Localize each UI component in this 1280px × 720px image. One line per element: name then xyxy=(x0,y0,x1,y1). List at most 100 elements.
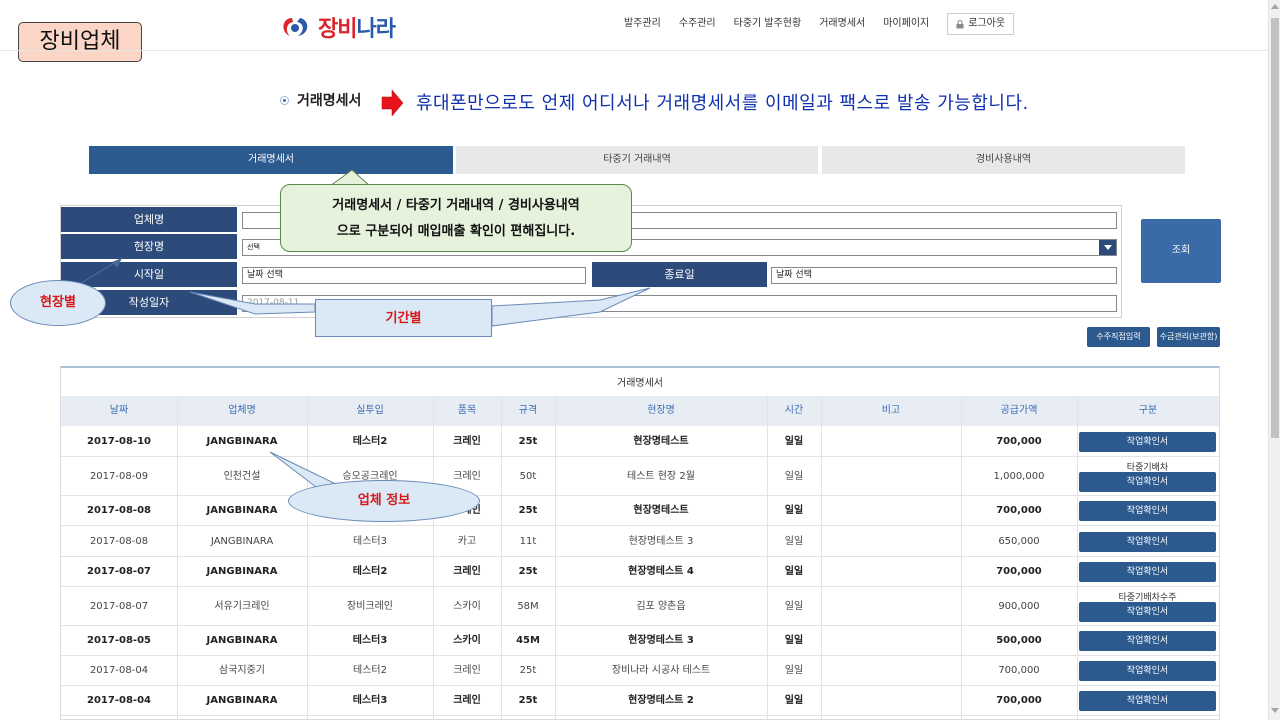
payment-management-button[interactable]: 수금관리(보관함) xyxy=(1157,327,1220,347)
logo[interactable]: 장비나라 xyxy=(278,12,396,42)
tab-statement[interactable]: 거래명세서 xyxy=(89,146,453,174)
work-confirmation-button[interactable]: 작업확인서 xyxy=(1079,691,1216,711)
nav-mypage[interactable]: 마이페이지 xyxy=(883,13,929,35)
header-company: 업체명 xyxy=(228,405,256,416)
header-date: 날짜 xyxy=(109,405,129,416)
scroll-thumb[interactable] xyxy=(1271,18,1279,438)
cell-actual: 테스터3 xyxy=(353,536,387,547)
cell-date: 2017-08-08 xyxy=(89,536,149,547)
page-title-text: 거래명세서 xyxy=(297,93,362,109)
cell-note xyxy=(821,496,961,526)
nav-other-equipment-orders[interactable]: 타중기 발주현황 xyxy=(734,13,802,35)
work-confirmation-button[interactable]: 작업확인서 xyxy=(1079,602,1216,622)
table-row[interactable]: 2017-08-10 JANGBINARA 테스터2 크레인 25t 현장명테스트 일일 70… xyxy=(61,426,1219,457)
cell-time: 일일 xyxy=(784,505,804,516)
cell-site: 장비나라 시공사 테스트 xyxy=(611,665,711,676)
work-confirmation-button[interactable]: 작업확인서 xyxy=(1079,532,1216,552)
work-confirmation-button[interactable]: 작업확인서 xyxy=(1079,432,1216,452)
start-date-input[interactable]: 날짜 선택 xyxy=(242,267,586,284)
cell-time: 일일 xyxy=(784,695,804,706)
cell-item: 스카이 xyxy=(453,601,481,612)
cell-spec: 58M xyxy=(517,601,539,612)
cell-note xyxy=(821,557,961,587)
tab-other-equipment-history[interactable]: 타중기 거래내역 xyxy=(456,146,818,174)
scroll-down-icon[interactable] xyxy=(1271,708,1279,713)
table-row[interactable]: 2017-08-08 JANGBINARA 테스터3 카고 11t 현장명테스트 3 일일 6… xyxy=(61,526,1219,557)
search-button[interactable]: 조회 xyxy=(1141,219,1221,283)
slide-label: 장비업체 xyxy=(18,22,142,62)
nav-received-orders[interactable]: 수주관리 xyxy=(679,13,716,35)
cell-note xyxy=(821,526,961,557)
cell-actual: 테스터3 xyxy=(352,635,388,646)
work-confirmation-button[interactable]: 작업확인서 xyxy=(1079,562,1216,582)
cell-site: 현장명테스트 2 xyxy=(628,695,694,706)
site-annotation: 현장별 xyxy=(10,280,106,326)
cell-spec: 25t xyxy=(518,505,538,516)
header-actual: 실투입 xyxy=(356,405,384,416)
tab-expense-history[interactable]: 경비사용내역 xyxy=(822,146,1185,174)
company-label: 업체명 xyxy=(61,207,237,233)
cell-actual: 장비크레인 xyxy=(347,601,393,612)
cell-item: 크레인 xyxy=(453,566,481,577)
cell-date: 2017-08-04 xyxy=(87,695,151,706)
end-date-input[interactable]: 날짜 선택 xyxy=(771,267,1117,284)
cell-item: 크레인 xyxy=(453,695,481,706)
top-nav: 발주관리 수주관리 타중기 발주현황 거래명세서 마이페이지 로그아웃 xyxy=(624,13,1015,35)
cell-site: 테스트 현장 2월 xyxy=(627,471,695,482)
cell-company: 서유기크레인 xyxy=(214,601,270,612)
order-direct-input-button[interactable]: 수주직접입력 xyxy=(1087,327,1150,347)
cell-item: 스카이 xyxy=(453,635,481,646)
cell-date: 2017-08-07 xyxy=(87,566,151,577)
cell-site: 김포 양촌읍 xyxy=(636,601,686,612)
work-confirmation-button[interactable]: 작업확인서 xyxy=(1079,661,1216,681)
cell-item: 크레인 xyxy=(453,436,481,447)
cell-time: 일일 xyxy=(784,436,804,447)
cell-spec: 25t xyxy=(519,665,537,676)
work-confirmation-button[interactable]: 작업확인서 xyxy=(1079,501,1216,521)
header-amount: 공급가액 xyxy=(1000,405,1038,416)
logo-text-blue: 나라 xyxy=(356,17,395,42)
cell-amount: 650,000 xyxy=(998,536,1040,547)
cell-item: 크레인 xyxy=(453,665,481,676)
cell-spec: 11t xyxy=(519,536,537,547)
site-select-value: 선택 xyxy=(247,243,260,251)
table-row[interactable]: 2017-08-05 JANGBINARA 테스터3 스카이 45M 현장명테스트 3 일일… xyxy=(61,626,1219,656)
cell-company: 인천건설 xyxy=(223,471,261,482)
cell-actual: 테스터2 xyxy=(352,436,388,447)
cell-actual: 테스터2 xyxy=(352,566,388,577)
page-scrollbar[interactable] xyxy=(1268,0,1280,720)
cell-company: 삼국지중기 xyxy=(219,665,265,676)
header-divider xyxy=(0,50,1268,51)
table-row[interactable]: 2017-08-07 서유기크레인 장비크레인 스카이 58M 김포 양촌읍 일일 900,0… xyxy=(61,587,1219,626)
cell-time: 일일 xyxy=(784,665,804,676)
cell-company: JANGBINARA xyxy=(206,635,278,646)
table-header: 날짜 업체명 실투입 품목 규격 현장명 시간 비고 공급가액 구분 xyxy=(61,396,1219,426)
logout-button[interactable]: 로그아웃 xyxy=(947,13,1015,35)
scroll-up-icon[interactable] xyxy=(1271,4,1279,9)
work-confirmation-button[interactable]: 작업확인서 xyxy=(1079,472,1216,492)
cell-amount: 700,000 xyxy=(996,505,1042,516)
cell-amount: 500,000 xyxy=(996,635,1042,646)
cell-time: 일일 xyxy=(784,635,804,646)
cell-date: 2017-08-04 xyxy=(89,665,149,676)
table-row[interactable]: 2017-08-08JANGBINARA테스터1크레인25t현장명테스트일일70… xyxy=(61,496,1219,526)
cell-spec: 50t xyxy=(519,471,537,482)
cell-amount: 700,000 xyxy=(996,695,1042,706)
cell-spec: 45M xyxy=(516,635,540,646)
cell-date: 2017-08-08 xyxy=(87,505,151,516)
cell-note xyxy=(821,626,961,656)
lock-icon xyxy=(956,19,964,28)
table-row[interactable]: 2017-08-04 삼국지중기 테스터2 크레인 25t 장비나라 시공사 테스트 일일 7… xyxy=(61,656,1219,686)
headline: 휴대폰만으로도 언제 어디서나 거래명세서를 이메일과 팩스로 발송 가능합니다… xyxy=(416,93,1029,114)
cell-date: 2017-08-10 xyxy=(87,436,151,447)
cell-time: 일일 xyxy=(784,566,804,577)
cell-company: JANGBINARA xyxy=(206,566,278,577)
chevron-down-icon[interactable] xyxy=(1099,240,1116,255)
work-confirmation-button[interactable]: 작업확인서 xyxy=(1079,631,1216,651)
cell-site: 현장명테스트 4 xyxy=(628,566,694,577)
nav-statement[interactable]: 거래명세서 xyxy=(819,13,865,35)
table-row[interactable]: 2017-08-09 인천건설 승오공크레인 크레인 50t 테스트 현장 2월 일일 1,0… xyxy=(61,457,1219,496)
nav-order-management[interactable]: 발주관리 xyxy=(624,13,661,35)
table-row[interactable]: 2017-08-04 JANGBINARA 테스터3 크레인 25t 현장명테스트 2 일일… xyxy=(61,686,1219,716)
table-row[interactable]: 2017-08-07 JANGBINARA 테스터2 크레인 25t 현장명테스트 4 일일… xyxy=(61,557,1219,587)
